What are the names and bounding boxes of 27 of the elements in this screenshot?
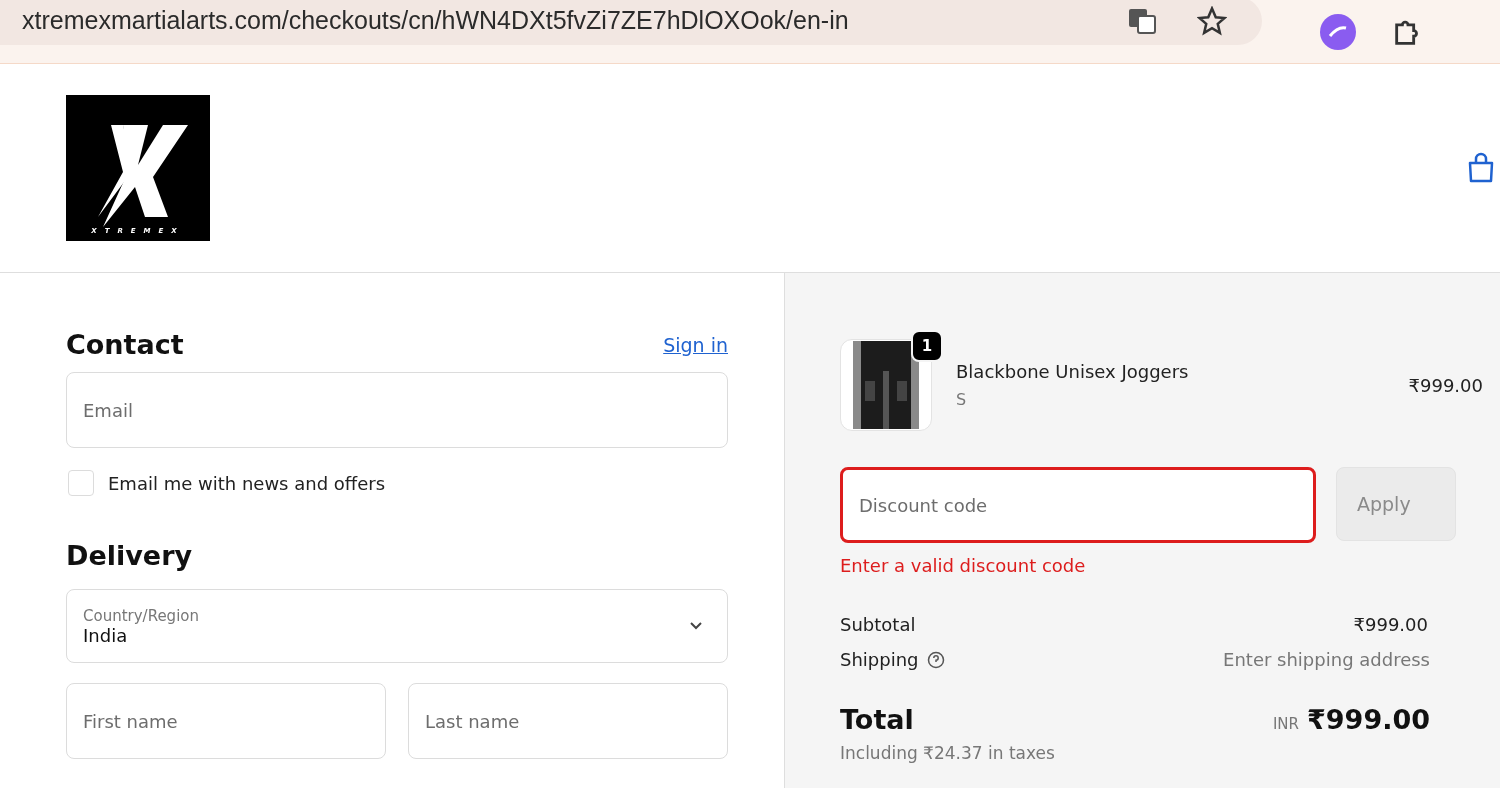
email-field[interactable]: Email [66,372,728,448]
newsletter-checkbox[interactable] [68,470,94,496]
subtotal-label: Subtotal [840,614,916,635]
shipping-value: Enter shipping address [1223,649,1430,670]
extension-icon[interactable] [1318,11,1358,52]
total-value: ₹999.00 [1307,704,1430,735]
sign-in-link[interactable]: Sign in [663,333,728,356]
subtotal-value: ₹999.00 [1353,614,1428,635]
chevron-down-icon [689,621,703,631]
shipping-label: Shipping [840,649,919,670]
taxes-note: Including ₹24.37 in taxes [840,743,1056,763]
shopping-bag-icon[interactable] [1466,151,1496,185]
total-label: Total [840,704,914,735]
country-select[interactable]: Country/Region India [66,589,728,663]
product-price: ₹999.00 [1408,374,1483,396]
last-name-field[interactable]: Last name [408,683,728,759]
discount-error: Enter a valid discount code [840,555,1087,576]
discount-field[interactable]: Discount code [840,467,1316,543]
currency-code: INR [1272,715,1299,733]
newsletter-label: Email me with news and offers [108,472,386,494]
contact-heading: Contact [66,329,184,360]
help-icon[interactable] [926,650,945,669]
quantity-badge: 1 [911,330,943,362]
product-variant: S [956,390,968,409]
delivery-heading: Delivery [66,540,194,571]
first-name-field[interactable]: First name [66,683,386,759]
product-name: Blackbone Unisex Joggers [956,361,1190,382]
